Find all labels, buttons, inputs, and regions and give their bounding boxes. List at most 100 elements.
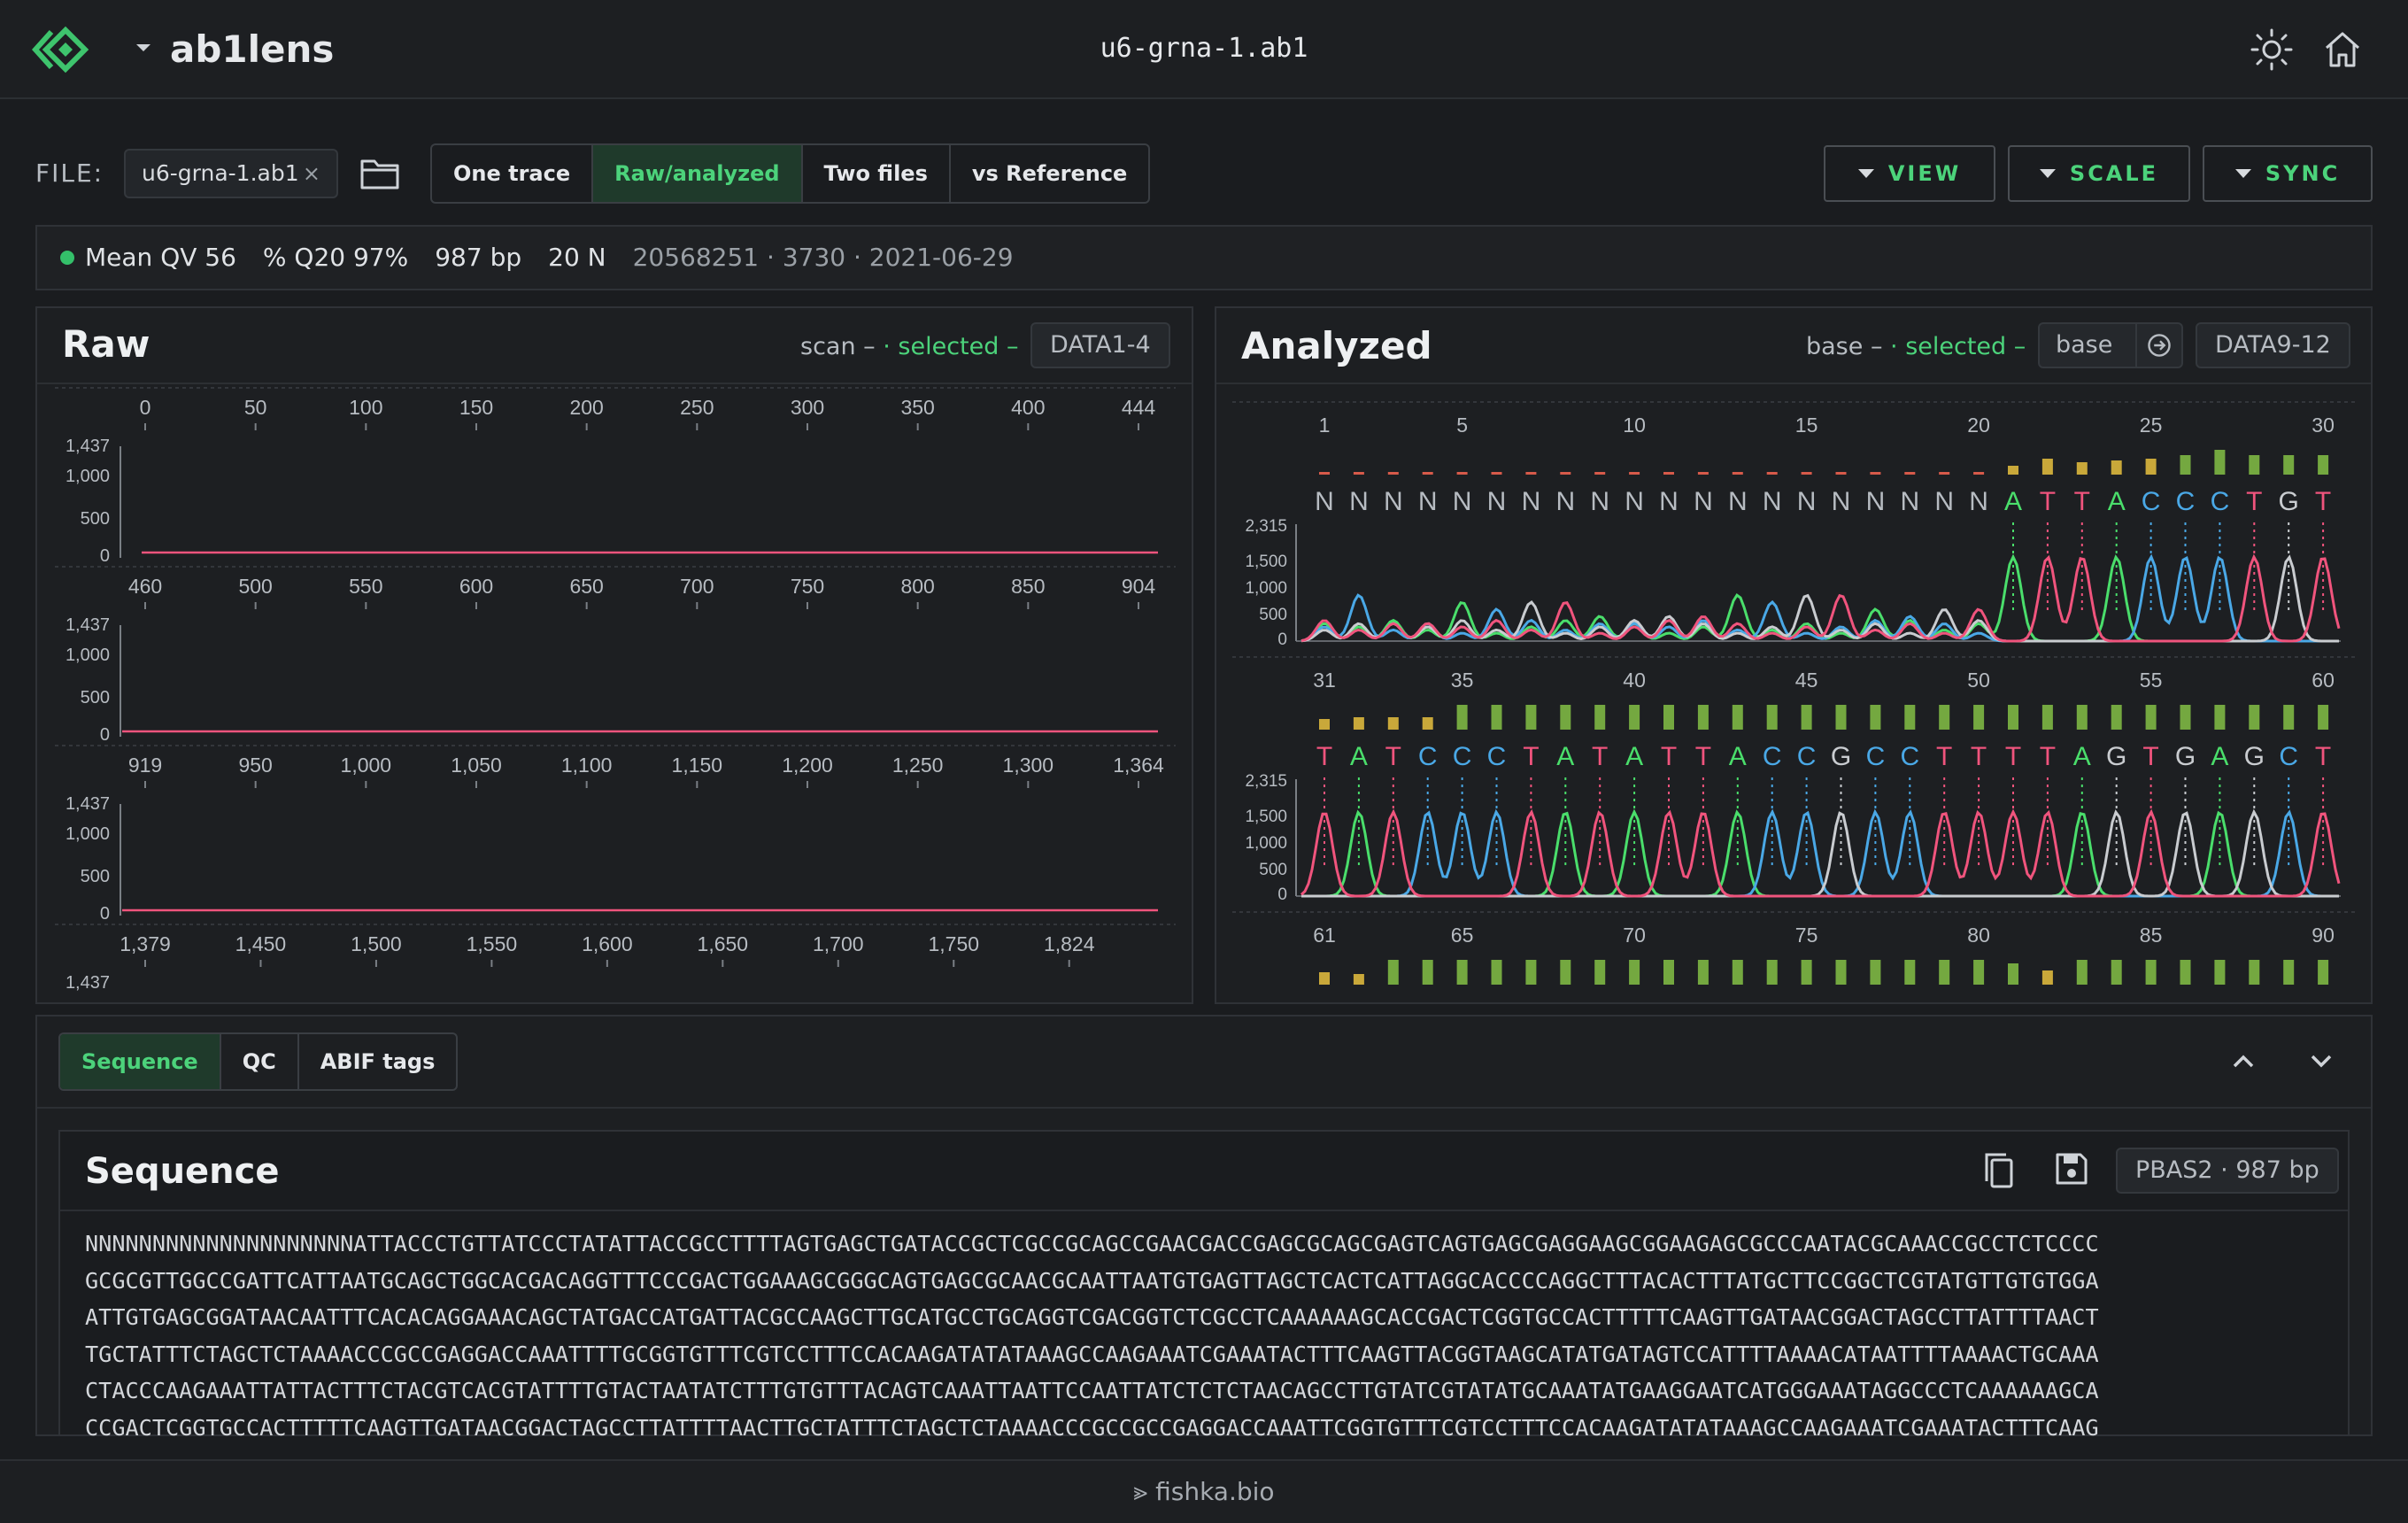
base-call: N [1694,487,1713,516]
mode-two-files[interactable]: Two files [803,145,951,202]
quality-bar [1422,472,1433,475]
quality-bar [2145,960,2157,985]
quality-bar [1732,472,1743,475]
quality-bar [2214,960,2226,985]
mode-vs-reference[interactable]: vs Reference [951,145,1148,202]
base-call: G [1831,742,1851,771]
chevron-down-icon[interactable] [2305,1048,2337,1073]
sync-button[interactable]: SYNC [2203,145,2373,202]
view-button[interactable]: VIEW [1824,145,1995,202]
quality-bar [1353,974,1364,985]
tab-qc[interactable]: QC [221,1034,299,1089]
base-call: N [1728,487,1748,516]
analyzed-data-tag[interactable]: DATA9-12 [2196,322,2350,368]
scale-button[interactable]: SCALE [2008,145,2190,202]
raw-y-tick-label: 1,437 [66,794,110,814]
quality-bar [1801,705,1812,730]
raw-data-tag[interactable]: DATA1-4 [1030,322,1170,368]
raw-x-tick-label: 500 [238,575,272,598]
mode-raw-analyzed[interactable]: Raw/analyzed [593,145,803,202]
quality-bar [2180,705,2191,730]
quality-bar [2318,455,2329,475]
app-logo-icon[interactable] [32,25,96,74]
analyzed-position-label: 55 [2140,669,2163,692]
base-call: G [2106,742,2126,771]
raw-y-tick-label: 0 [100,546,110,566]
raw-panel-title: Raw [62,322,150,366]
base-mode-toggle[interactable]: base [2038,322,2183,368]
footer[interactable]: ⪢ fishka.bio [0,1459,2408,1523]
analyzed-trace-row: 1 5 10 15 20 25 30N N N N N N N N N N N N N N N N N N N N A T T A C C C T… [1232,401,2355,649]
raw-x-tick-label: 300 [791,396,824,419]
theme-toggle-sun-icon[interactable] [2249,27,2295,73]
quality-bar [2283,705,2295,730]
analyzed-position-label: 1 [1319,414,1331,437]
quality-bar [1835,705,1847,730]
save-icon[interactable] [2052,1149,2091,1188]
analyzed-y-tick-label: 2,315 [1245,517,1287,536]
raw-y-tick-label: 500 [81,688,110,707]
chevron-up-icon[interactable] [2227,1048,2259,1073]
base-call: A [2004,487,2022,516]
quality-bar [1870,960,1881,985]
arrow-circle-icon[interactable] [2135,324,2181,367]
quality-bar [1904,960,1916,985]
app-menu-caret-icon[interactable] [135,39,152,57]
quality-bar [1663,472,1674,475]
base-call: T [2142,742,2158,771]
quality-bar [1456,472,1468,475]
quality-bar [2008,963,2018,985]
quality-bar [1491,705,1502,730]
open-folder-icon[interactable] [358,152,402,195]
raw-x-tick-label: 600 [459,575,493,598]
quality-bar [2041,970,2053,985]
file-chip[interactable]: u6-grna-1.ab1 × [124,149,338,198]
base-call: N [1487,487,1507,516]
quality-bar [1939,960,1950,985]
base-call: N [1832,487,1851,516]
raw-x-tick-label: 1,250 [892,754,944,777]
analyzed-trace-chart[interactable]: 1 5 10 15 20 25 30N N N N N N N N N N N N N N N N N N N N A T T A C C C T… [1216,384,2371,1002]
quality-bar [1904,472,1916,475]
base-call: N [1453,487,1472,516]
sequence-line: CTACCCAAGAAATTATTACTTTCTACGTCACGTATTTTGT… [85,1378,2099,1404]
analyzed-y-tick-label: 1,000 [1245,579,1287,598]
base-call: N [1797,487,1817,516]
raw-y-tick-label: 1,437 [66,973,110,993]
raw-x-tick-label: 250 [680,396,714,419]
raw-x-tick-label: 400 [1011,396,1045,419]
base-call: T [2246,487,2262,516]
copy-icon[interactable] [1980,1149,2018,1192]
home-icon[interactable] [2319,27,2366,73]
sequence-text[interactable]: NNNNNNNNNNNNNNNNNNNNATTACCCTGTTATCCCTATA… [85,1225,2351,1436]
raw-x-tick-label: 444 [1122,396,1156,419]
quality-bar [1594,472,1606,475]
raw-y-tick-label: 1,437 [66,615,110,635]
quality-bar [1732,960,1743,985]
tab-sequence[interactable]: Sequence [60,1034,221,1089]
base-call: C [1797,742,1817,771]
analyzed-y-tick-label: 2,315 [1245,772,1287,791]
stat-n-count: 20 N [548,243,606,272]
tab-abif-tags[interactable]: ABIF tags [299,1034,457,1089]
quality-bar [2180,455,2191,475]
file-chip-close-icon[interactable]: × [303,151,320,197]
base-call: N [1590,487,1609,516]
raw-x-tick-label: 1,000 [341,754,392,777]
raw-x-tick-label: 1,300 [1003,754,1054,777]
quality-bar [1560,960,1571,985]
quality-bar [2076,705,2088,730]
quality-bar [1835,472,1847,475]
mode-one-trace[interactable]: One trace [432,145,594,202]
analyzed-position-label: 75 [1795,924,1818,947]
quality-bar [1594,705,1606,730]
sequence-tag[interactable]: PBAS2 · 987 bp [2116,1148,2339,1194]
raw-x-tick-label: 750 [791,575,824,598]
raw-panel-meta: scan – · selected – [800,333,1019,360]
base-call: A [1556,742,1574,771]
quality-bar [1973,472,1985,475]
base-call: N [1763,487,1782,516]
raw-trace-chart[interactable]: 0 50 100 150 200 250 300 350 400 444 1,437 1,000 500… [37,384,1192,1002]
quality-bar [1629,472,1640,475]
base-call: C [1453,742,1472,771]
